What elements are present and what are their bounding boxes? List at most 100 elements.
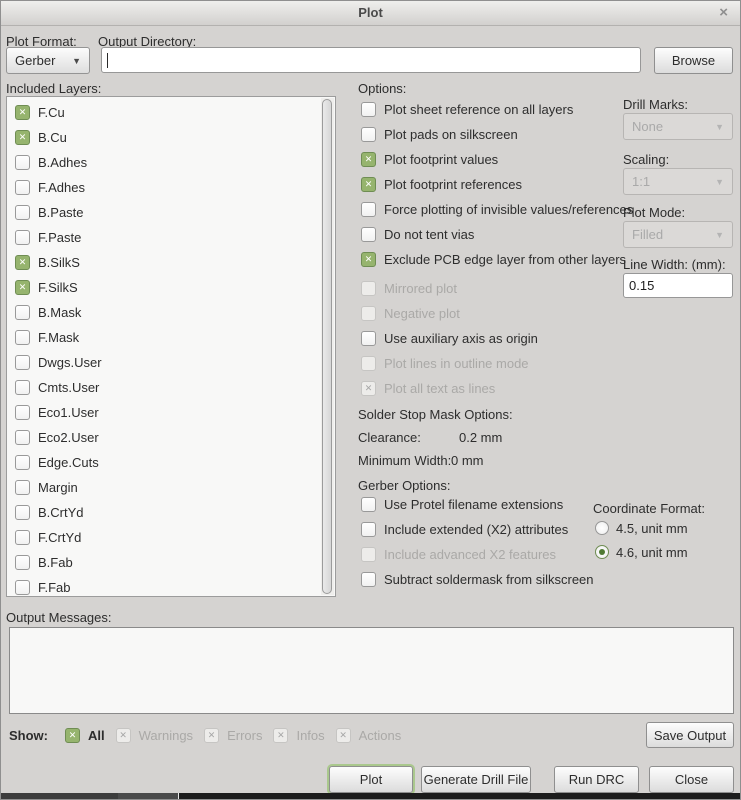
layer-dwgs-user[interactable]: Dwgs.User <box>15 350 319 375</box>
layer-b-paste[interactable]: B.Paste <box>15 200 319 225</box>
layer-f-crtyd[interactable]: F.CrtYd <box>15 525 319 550</box>
taskbar-segment <box>118 793 179 799</box>
layer-eco1-user[interactable]: Eco1.User <box>15 400 319 425</box>
checkbox-icon[interactable] <box>15 180 30 195</box>
plot-format-dropdown[interactable]: Gerber ▼ <box>6 47 90 74</box>
coordinate-format-4-6-unit-mm[interactable]: 4.6, unit mm <box>595 540 688 564</box>
layer-eco2-user[interactable]: Eco2.User <box>15 425 319 450</box>
checkbox-icon[interactable] <box>15 455 30 470</box>
checkbox-icon[interactable] <box>361 127 376 142</box>
checkbox-icon[interactable] <box>361 102 376 117</box>
layer-label: Edge.Cuts <box>38 455 99 470</box>
checkbox-icon <box>361 281 376 296</box>
layer-f-silks[interactable]: F.SilkS <box>15 275 319 300</box>
layer-b-silks[interactable]: B.SilkS <box>15 250 319 275</box>
checkbox-icon[interactable] <box>15 555 30 570</box>
checkbox-icon[interactable] <box>15 405 30 420</box>
layer-label: B.Fab <box>38 555 73 570</box>
layer-f-fab[interactable]: F.Fab <box>15 575 319 600</box>
checkbox-icon[interactable] <box>15 530 30 545</box>
titlebar[interactable]: Plot × <box>1 1 740 26</box>
close-button[interactable]: Close <box>649 766 734 793</box>
layer-f-mask[interactable]: F.Mask <box>15 325 319 350</box>
checkbox-icon[interactable] <box>361 331 376 346</box>
generate-drill-file-button[interactable]: Generate Drill File <box>421 766 531 793</box>
layer-label: B.Adhes <box>38 155 87 170</box>
layers-scrollbar-thumb[interactable] <box>322 99 332 594</box>
checkbox-icon[interactable] <box>361 227 376 242</box>
option-exclude-pcb-edge-layer-from-other-layers[interactable]: Exclude PCB edge layer from other layers <box>361 247 633 272</box>
show-filter-label: Errors <box>227 728 262 743</box>
option-negative-plot: Negative plot <box>361 301 633 326</box>
radio-icon[interactable] <box>595 521 609 535</box>
checkbox-checked-icon[interactable] <box>361 152 376 167</box>
checkbox-icon[interactable] <box>15 580 30 595</box>
checkbox-checked-icon[interactable] <box>15 105 30 120</box>
coordinate-format-label: 4.5, unit mm <box>616 521 688 536</box>
checkbox-icon[interactable] <box>361 202 376 217</box>
checkbox-icon[interactable] <box>15 230 30 245</box>
checkbox-icon[interactable] <box>361 497 376 512</box>
layers-scrollbar[interactable] <box>321 98 334 595</box>
line-width-input[interactable]: 0.15 <box>623 273 733 298</box>
layer-b-adhes[interactable]: B.Adhes <box>15 150 319 175</box>
option-use-auxiliary-axis-as-origin[interactable]: Use auxiliary axis as origin <box>361 326 633 351</box>
coordinate-format-4-5-unit-mm[interactable]: 4.5, unit mm <box>595 516 688 540</box>
coordinate-format-label: Coordinate Format: <box>593 501 705 516</box>
gerber-option-include-extended-x2-attributes[interactable]: Include extended (X2) attributes <box>361 517 594 542</box>
layer-f-cu[interactable]: F.Cu <box>15 100 319 125</box>
show-filter-all[interactable]: All <box>65 723 105 748</box>
radio-selected-icon[interactable] <box>595 545 609 559</box>
clearance-label: Clearance: <box>358 430 421 445</box>
checkbox-icon[interactable] <box>15 355 30 370</box>
gerber-option-subtract-soldermask-from-silkscreen[interactable]: Subtract soldermask from silkscreen <box>361 567 594 592</box>
option-plot-footprint-values[interactable]: Plot footprint values <box>361 147 633 172</box>
checkbox-checked-icon[interactable] <box>361 177 376 192</box>
layer-b-fab[interactable]: B.Fab <box>15 550 319 575</box>
option-plot-sheet-reference-on-all-layers[interactable]: Plot sheet reference on all layers <box>361 97 633 122</box>
checkbox-checked-icon[interactable] <box>15 255 30 270</box>
checkbox-icon[interactable] <box>361 522 376 537</box>
option-force-plotting-of-invisible-values-references[interactable]: Force plotting of invisible values/refer… <box>361 197 633 222</box>
layer-b-cu[interactable]: B.Cu <box>15 125 319 150</box>
run-drc-button[interactable]: Run DRC <box>554 766 639 793</box>
checkbox-icon[interactable] <box>15 305 30 320</box>
layer-b-crtyd[interactable]: B.CrtYd <box>15 500 319 525</box>
checkbox-checked-icon[interactable] <box>65 728 80 743</box>
plot-mode-value: Filled <box>632 227 663 242</box>
taskbar-strip <box>1 793 740 799</box>
checkbox-icon[interactable] <box>15 155 30 170</box>
layer-cmts-user[interactable]: Cmts.User <box>15 375 319 400</box>
minimum-width-label: Minimum Width: <box>358 453 451 468</box>
layer-margin[interactable]: Margin <box>15 475 319 500</box>
output-directory-input[interactable] <box>101 47 641 73</box>
option-do-not-tent-vias[interactable]: Do not tent vias <box>361 222 633 247</box>
checkbox-checked-icon[interactable] <box>15 130 30 145</box>
checkbox-icon[interactable] <box>15 430 30 445</box>
layer-f-adhes[interactable]: F.Adhes <box>15 175 319 200</box>
checkbox-checked-icon[interactable] <box>15 280 30 295</box>
plot-button[interactable]: Plot <box>329 766 413 793</box>
layer-f-paste[interactable]: F.Paste <box>15 225 319 250</box>
option-label: Plot pads on silkscreen <box>384 127 518 142</box>
checkbox-icon[interactable] <box>15 505 30 520</box>
checkbox-icon[interactable] <box>361 572 376 587</box>
checkbox-icon[interactable] <box>15 330 30 345</box>
checkbox-icon[interactable] <box>15 380 30 395</box>
close-icon[interactable]: × <box>719 4 728 21</box>
included-layers-list[interactable]: F.CuB.Cu B.Adhes F.AdhesB.PasteF.PasteB.Si… <box>6 96 336 597</box>
gerber-option-use-protel-filename-extensions[interactable]: Use Protel filename extensions <box>361 492 594 517</box>
layer-b-mask[interactable]: B.Mask <box>15 300 319 325</box>
checkbox-icon[interactable] <box>15 480 30 495</box>
save-output-button[interactable]: Save Output <box>646 722 734 748</box>
output-messages-box[interactable] <box>9 627 734 714</box>
option-label: Force plotting of invisible values/refer… <box>384 202 633 217</box>
option-plot-pads-on-silkscreen[interactable]: Plot pads on silkscreen <box>361 122 633 147</box>
checkbox-checked-icon[interactable] <box>361 252 376 267</box>
browse-button[interactable]: Browse <box>654 47 733 74</box>
show-filter-items: AllWarningsErrorsInfosActions <box>65 723 412 748</box>
layer-label: B.Mask <box>38 305 81 320</box>
option-plot-footprint-references[interactable]: Plot footprint references <box>361 172 633 197</box>
layer-edge-cuts[interactable]: Edge.Cuts <box>15 450 319 475</box>
checkbox-icon[interactable] <box>15 205 30 220</box>
